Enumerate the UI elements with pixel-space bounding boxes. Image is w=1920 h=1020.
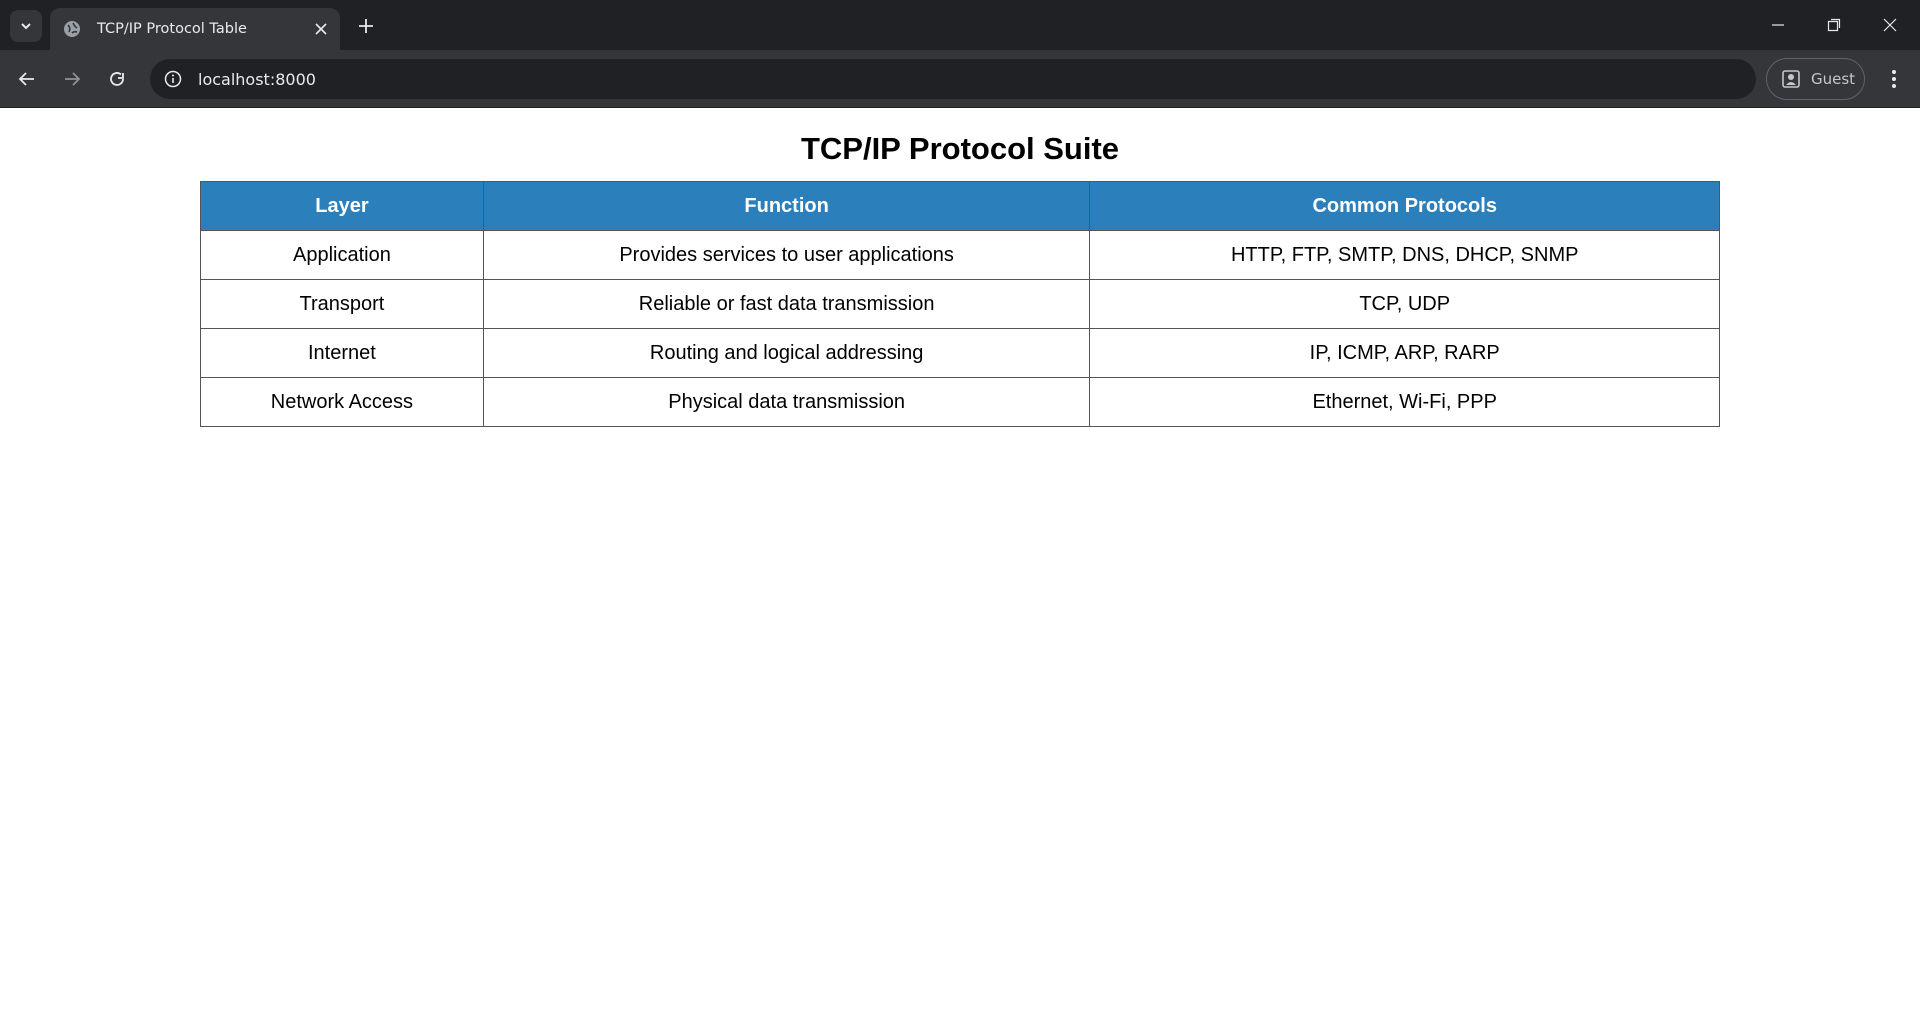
layer-cell: Internet xyxy=(200,328,484,378)
back-button[interactable] xyxy=(11,63,43,95)
close-icon[interactable] xyxy=(310,18,332,40)
restore-icon xyxy=(1827,18,1841,32)
column-header-function: Function xyxy=(482,181,1091,231)
column-header-protocols: Common Protocols xyxy=(1089,181,1720,231)
more-vert-icon xyxy=(1892,70,1896,88)
tab-strip: TCP/IP Protocol Table xyxy=(0,0,1920,50)
protocols-cell: TCP, UDP xyxy=(1089,279,1720,329)
globe-icon xyxy=(63,20,81,38)
function-cell: Physical data transmission xyxy=(482,377,1091,427)
layer-cell: Network Access xyxy=(200,377,484,427)
info-icon[interactable] xyxy=(162,68,184,90)
profile-button[interactable]: Guest xyxy=(1766,58,1865,100)
page-content: TCP/IP Protocol Suite Layer Function Com… xyxy=(0,109,1920,1020)
protocol-table: Layer Function Common Protocols Applicat… xyxy=(200,181,1720,427)
forward-arrow-icon xyxy=(65,72,81,86)
address-bar[interactable]: localhost:8000 xyxy=(150,59,1756,99)
profile-label: Guest xyxy=(1811,70,1856,88)
tab-search-button[interactable] xyxy=(10,10,42,42)
new-tab-button[interactable] xyxy=(352,12,380,40)
reload-button[interactable] xyxy=(101,63,133,95)
url-text[interactable]: localhost:8000 xyxy=(198,70,316,89)
protocols-cell: Ethernet, Wi-Fi, PPP xyxy=(1089,377,1720,427)
browser-menu-button[interactable] xyxy=(1878,63,1910,95)
layer-cell: Application xyxy=(200,230,484,280)
layer-cell: Transport xyxy=(200,279,484,329)
reload-icon xyxy=(110,72,124,86)
minimize-icon xyxy=(1772,24,1784,26)
function-cell: Provides services to user applications xyxy=(482,230,1091,280)
tab-title: TCP/IP Protocol Table xyxy=(97,21,247,37)
page-title: TCP/IP Protocol Suite xyxy=(800,131,1120,166)
person-icon xyxy=(1782,70,1800,88)
window-close-button[interactable] xyxy=(1862,0,1918,50)
minimize-button[interactable] xyxy=(1750,0,1806,50)
function-cell: Routing and logical addressing xyxy=(482,328,1091,378)
window-close-icon xyxy=(1883,18,1897,32)
restore-button[interactable] xyxy=(1806,0,1862,50)
tab-active[interactable]: TCP/IP Protocol Table xyxy=(50,8,340,50)
protocols-cell: HTTP, FTP, SMTP, DNS, DHCP, SNMP xyxy=(1089,230,1720,280)
table-row: Application Provides services to user ap… xyxy=(200,230,1720,280)
table-row: Internet Routing and logical addressing … xyxy=(200,328,1720,378)
table-row: Network Access Physical data transmissio… xyxy=(200,377,1720,427)
back-arrow-icon xyxy=(18,72,34,86)
table-header-row: Layer Function Common Protocols xyxy=(200,181,1720,231)
plus-icon xyxy=(359,19,373,33)
tab-search-icon xyxy=(21,23,31,30)
forward-button[interactable] xyxy=(56,63,88,95)
protocols-cell: IP, ICMP, ARP, RARP xyxy=(1089,328,1720,378)
function-cell: Reliable or fast data transmission xyxy=(482,279,1091,329)
column-header-layer: Layer xyxy=(200,181,484,231)
browser-toolbar: localhost:8000 Guest xyxy=(0,50,1920,108)
table-row: Transport Reliable or fast data transmis… xyxy=(200,279,1720,329)
